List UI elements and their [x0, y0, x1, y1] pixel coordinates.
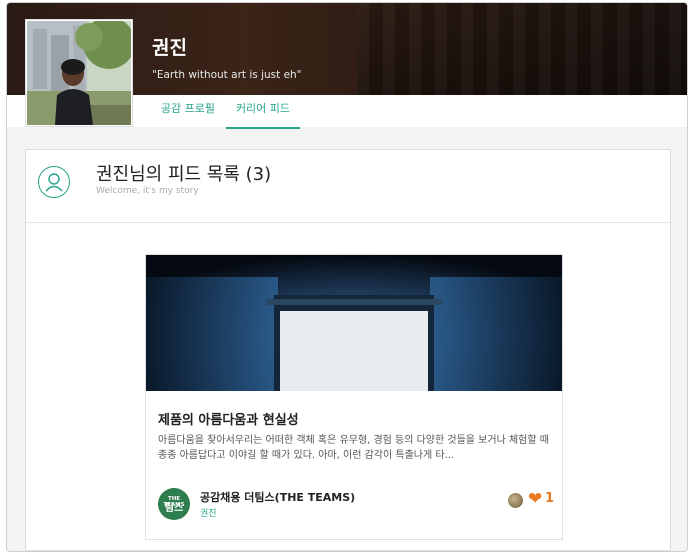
feed-header: 권진님의 피드 목록 (3) Welcome, it's my story	[26, 150, 670, 223]
logo-text-bottom: 팀스	[164, 503, 184, 514]
profile-name: 권진	[152, 37, 187, 59]
page-frame: 권진 "Earth without art is just eh" 공감 프로필…	[6, 2, 688, 552]
heart-icon[interactable]: ❤	[528, 489, 542, 509]
feed-panel: 권진님의 피드 목록 (3) Welcome, it's my story 제품…	[25, 149, 671, 551]
feed-title: 권진님의 피드 목록 (3)	[96, 164, 272, 185]
feed-subtitle: Welcome, it's my story	[96, 186, 199, 196]
profile-motto: "Earth without art is just eh"	[152, 69, 302, 81]
profile-photo	[25, 19, 133, 127]
company-name[interactable]: 공감채용 더팀스(THE TEAMS)	[200, 489, 355, 505]
card-author[interactable]: 권진	[200, 506, 217, 519]
card-title[interactable]: 제품의 아름다움과 현실성	[158, 409, 299, 428]
card-excerpt: 아름다움을 찾아서우리는 어떠한 객체 혹은 유무형, 경험 등의 다양한 것들…	[158, 435, 549, 461]
card-cover-image[interactable]	[146, 255, 562, 391]
like-count: 1	[545, 491, 555, 506]
company-logo[interactable]: THE TEAMS 팀스	[158, 488, 190, 520]
feed-card[interactable]: 제품의 아름다움과 현실성 아름다움을 찾아서우리는 어떠한 객체 혹은 유무형…	[145, 254, 563, 540]
liker-avatar	[508, 493, 523, 508]
tab-career-feed[interactable]: 커리어 피드	[226, 95, 300, 129]
banner-background-image	[357, 3, 687, 95]
user-circle-icon	[38, 166, 70, 198]
tab-empathy-profile[interactable]: 공감 프로필	[157, 95, 219, 127]
